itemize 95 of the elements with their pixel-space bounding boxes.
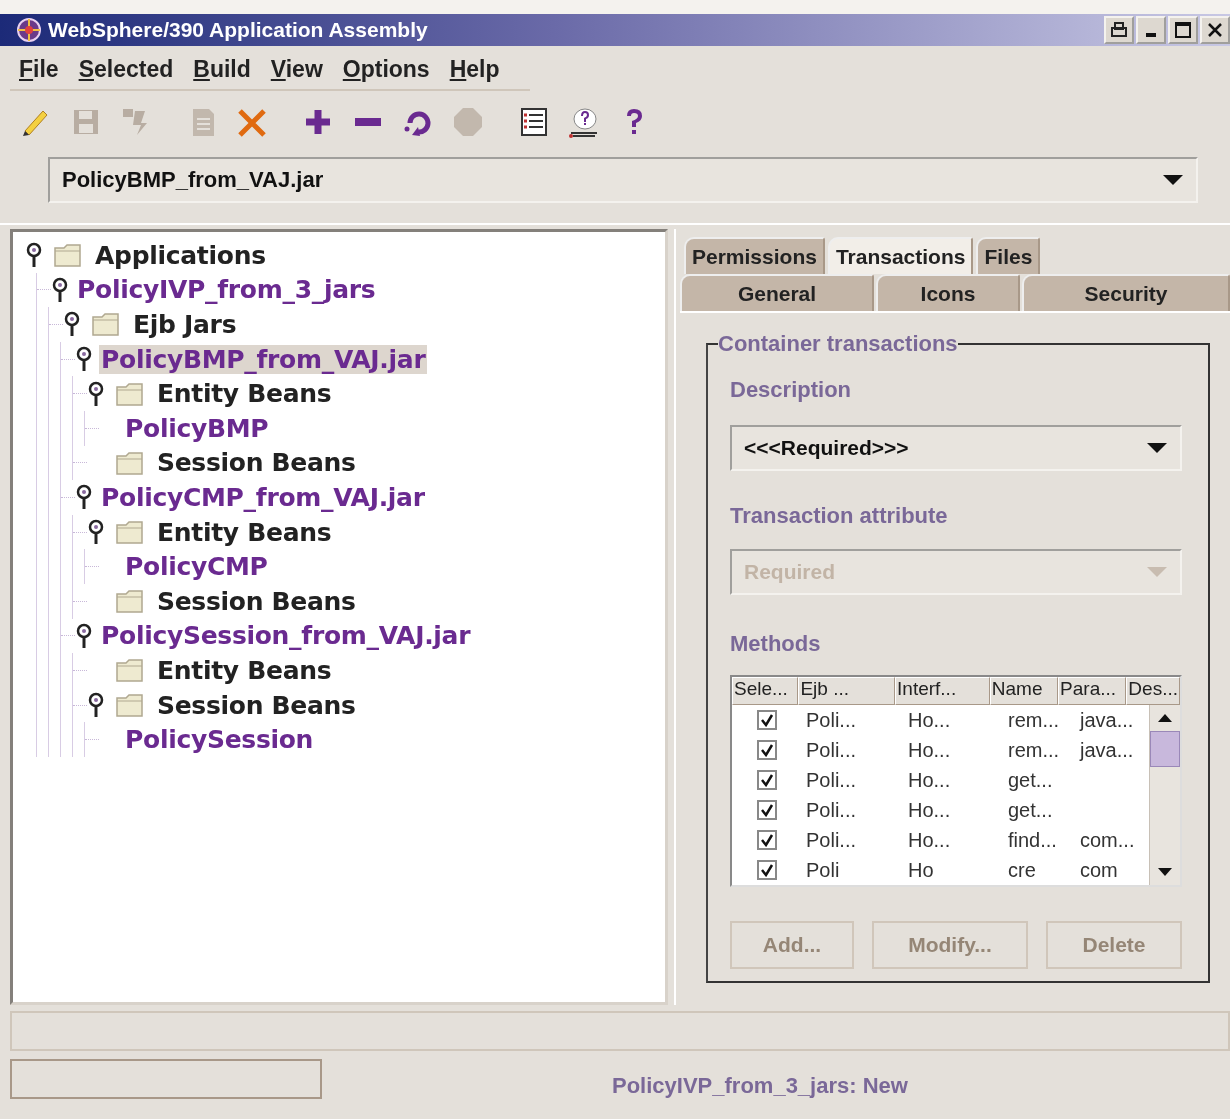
folder-icon <box>115 449 145 476</box>
close-icon <box>1205 21 1225 39</box>
tree-item[interactable]: Session Beans <box>155 586 358 616</box>
dropdown-arrow-icon <box>1146 565 1168 579</box>
checkbox[interactable] <box>757 770 777 790</box>
dropdown-arrow-icon <box>1162 173 1184 187</box>
folder-icon <box>115 657 145 684</box>
print-icon <box>1109 21 1129 39</box>
tree-item[interactable]: Session Beans <box>155 690 358 720</box>
description-dropdown[interactable]: <<<Required>>> <box>730 425 1182 471</box>
tree-item[interactable]: Session Beans <box>155 448 358 478</box>
tree-item[interactable]: Entity Beans <box>155 379 334 409</box>
table-cell-text: Poli... <box>805 828 858 852</box>
menu-item[interactable]: Options <box>333 56 441 83</box>
table-cell-text: Ho... <box>907 768 952 792</box>
jar-dropdown[interactable]: PolicyBMP_from_VAJ.jar <box>48 157 1198 203</box>
field-label: Description <box>730 377 853 403</box>
tree-item[interactable]: PolicyCMP <box>123 552 270 582</box>
scroll-up-icon[interactable] <box>1157 713 1173 723</box>
tree-item[interactable]: PolicyIVP_from_3_jars <box>75 275 378 305</box>
table-cell-text: Poli... <box>805 768 858 792</box>
column-header[interactable]: Ejb ... <box>798 677 896 705</box>
table-cell-text: com... <box>1079 828 1136 852</box>
column-header[interactable]: Name <box>989 677 1059 705</box>
table-cell-text: cre <box>1007 858 1037 882</box>
status-message: PolicyIVP_from_3_jars: New <box>612 1072 908 1099</box>
menu-item[interactable]: View <box>261 56 334 83</box>
tab[interactable]: Files <box>976 237 1041 274</box>
dropdown-arrow-icon <box>1146 441 1168 455</box>
group-title: Container transactions <box>718 331 958 357</box>
tab[interactable]: Permissions <box>684 237 825 274</box>
table-cell-text: Ho... <box>907 708 952 732</box>
tab[interactable]: Security <box>1022 274 1230 311</box>
folder-icon <box>115 380 145 407</box>
tree-item[interactable]: PolicyBMP_from_VAJ.jar <box>99 344 428 374</box>
tree-item[interactable]: PolicySession_from_VAJ.jar <box>99 621 473 651</box>
print-button[interactable] <box>1104 16 1134 44</box>
minimize-button[interactable] <box>1136 16 1166 44</box>
maximize-button[interactable] <box>1168 16 1198 44</box>
folder-icon <box>91 311 121 338</box>
table-cell-text: Poli... <box>805 798 858 822</box>
tree-item[interactable]: Ejb Jars <box>131 310 239 339</box>
menu-item[interactable]: File <box>10 56 70 83</box>
table-cell-text: java... <box>1078 738 1135 762</box>
scrollbar[interactable] <box>1149 705 1180 885</box>
checkbox[interactable] <box>757 740 777 760</box>
menu-item[interactable]: Build <box>184 56 262 83</box>
maximize-icon <box>1173 21 1193 39</box>
field-label: Methods <box>730 631 822 657</box>
scroll-down-icon[interactable] <box>1157 867 1173 877</box>
octagon-icon <box>451 105 485 139</box>
tab[interactable]: Icons <box>876 274 1020 311</box>
app-logo-icon <box>16 17 42 43</box>
table-cell-text: Ho... <box>907 828 952 852</box>
table-cell-text: Poli... <box>805 738 858 762</box>
scroll-thumb[interactable] <box>1150 731 1180 767</box>
checkbox[interactable] <box>757 800 777 820</box>
folder-icon <box>115 692 145 718</box>
tree-item[interactable]: Applications <box>93 240 268 270</box>
table-cell-text: rem... <box>1007 708 1061 732</box>
table-cell-text: Poli <box>805 858 841 882</box>
minimize-icon <box>1146 33 1156 37</box>
tree-item[interactable]: Entity Beans <box>155 517 334 547</box>
table-cell-text: get... <box>1007 798 1054 822</box>
table-cell-text: com <box>1079 858 1119 882</box>
tree-item[interactable]: Entity Beans <box>155 655 334 685</box>
close-button[interactable] <box>1200 16 1230 44</box>
table-cell-text: Ho... <box>907 738 952 762</box>
table-cell-text: get... <box>1007 768 1054 792</box>
checkbox[interactable] <box>757 830 777 850</box>
table-cell-text: find... <box>1007 828 1058 852</box>
table-cell-text: java... <box>1078 708 1135 732</box>
tab[interactable]: Transactions <box>827 237 974 274</box>
field-label: Transaction attribute <box>730 503 949 529</box>
table-cell-text: Poli... <box>805 708 858 732</box>
checkbox[interactable] <box>757 710 777 730</box>
tree-item[interactable]: PolicySession <box>123 725 316 755</box>
window-title: WebSphere/390 Application Assembly <box>48 18 429 42</box>
tab[interactable]: General <box>680 274 874 311</box>
minus-icon <box>355 118 381 126</box>
menu-item[interactable]: Selected <box>69 56 185 83</box>
column-header[interactable]: Para... <box>1058 677 1127 705</box>
table-cell-text: rem... <box>1007 738 1061 762</box>
column-header[interactable]: Interf... <box>895 677 990 705</box>
folder-icon <box>115 519 145 546</box>
column-header[interactable]: Sele... <box>732 677 799 705</box>
checkbox[interactable] <box>757 860 777 880</box>
folder-icon <box>115 588 145 615</box>
tree-item[interactable]: PolicyCMP_from_VAJ.jar <box>99 482 427 512</box>
tree-item[interactable]: PolicyBMP <box>123 413 271 443</box>
folder-icon <box>53 242 83 269</box>
table-cell-text: Ho <box>907 858 935 882</box>
menu-item[interactable]: Help <box>440 56 511 83</box>
table-cell-text: Ho... <box>907 798 952 822</box>
column-header[interactable]: Des... <box>1126 677 1180 705</box>
